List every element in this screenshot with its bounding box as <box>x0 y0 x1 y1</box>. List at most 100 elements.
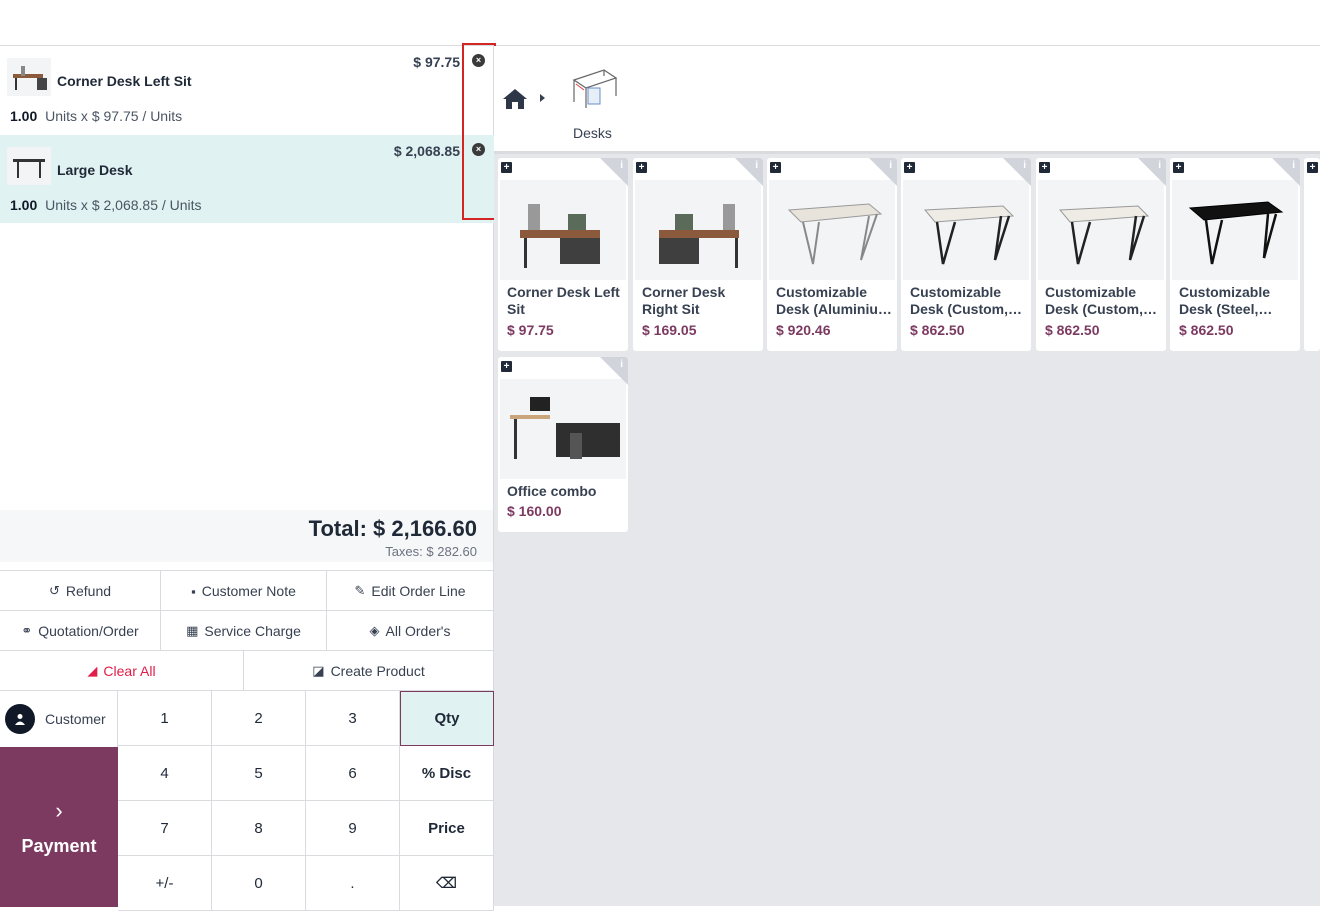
key-7[interactable]: 7 <box>118 801 212 856</box>
info-icon[interactable]: i <box>1023 160 1026 171</box>
order-line[interactable]: Corner Desk Left Sit $ 97.75 × 1.00 Unit… <box>0 46 494 134</box>
all-orders-label: All Order's <box>385 623 451 639</box>
quotation-order-button[interactable]: ⚭ Quotation/Order <box>0 611 161 651</box>
product-card[interactable]: + i Corner Desk Left Sit $ 97.75 <box>498 158 628 351</box>
customer-label: Customer <box>45 711 106 727</box>
clear-all-button[interactable]: ◢ Clear All <box>0 651 244 691</box>
order-line-price: $ 97.75 <box>413 54 460 70</box>
order-line-qty: 1.00 <box>10 197 38 213</box>
info-icon[interactable]: i <box>755 160 758 171</box>
info-icon[interactable]: i <box>1158 160 1161 171</box>
order-pane: Corner Desk Left Sit $ 97.75 × 1.00 Unit… <box>0 43 496 911</box>
annotation-highlight-box <box>462 43 496 220</box>
product-name: Customizable Desk (Custom,… <box>1045 284 1158 317</box>
add-product-icon[interactable]: + <box>501 361 512 372</box>
product-card[interactable]: + i Corner Desk Right Sit $ 169.05 <box>633 158 763 351</box>
product-name: Corner Desk Right Sit <box>642 284 726 317</box>
sign-toggle-button[interactable]: +/- <box>118 856 212 911</box>
service-charge-button[interactable]: ▦ Service Charge <box>161 611 327 651</box>
control-row-1: ↺ Refund ▪ Customer Note ✎ Edit Order Line <box>0 570 493 611</box>
product-price: $ 97.75 <box>507 322 554 338</box>
product-info-corner[interactable] <box>1138 158 1166 186</box>
product-name: Customizable Desk (Aluminiu… <box>776 284 892 317</box>
add-product-icon[interactable]: + <box>770 162 781 173</box>
product-info-corner[interactable] <box>600 158 628 186</box>
product-info-corner[interactable] <box>735 158 763 186</box>
qty-mode-button[interactable]: Qty <box>400 691 494 746</box>
add-product-icon[interactable]: + <box>1173 162 1184 173</box>
order-line-detail: 1.00 Units x $ 2,068.85 / Units <box>10 197 202 213</box>
order-line-price: $ 2,068.85 <box>393 143 460 159</box>
order-taxes: Taxes: $ 282.60 <box>385 544 477 559</box>
product-info-corner[interactable] <box>1003 158 1031 186</box>
info-icon[interactable]: i <box>620 359 623 370</box>
service-charge-label: Service Charge <box>204 623 301 639</box>
quotation-order-label: Quotation/Order <box>38 623 139 639</box>
info-icon[interactable]: i <box>620 160 623 171</box>
product-name: Customizable Desk (Steel,… <box>1179 284 1273 317</box>
product-info-corner[interactable] <box>869 158 897 186</box>
key-6[interactable]: 6 <box>306 746 400 801</box>
order-line-selected[interactable]: Large Desk $ 2,068.85 × 1.00 Units x $ 2… <box>0 135 494 223</box>
refund-button[interactable]: ↺ Refund <box>0 571 161 611</box>
top-navbar <box>0 0 1320 46</box>
key-0[interactable]: 0 <box>212 856 306 911</box>
product-card[interactable]: + i Customizable Desk (Custom,… $ 862.50 <box>901 158 1031 351</box>
product-price: $ 862.50 <box>1045 322 1100 338</box>
key-2[interactable]: 2 <box>212 691 306 746</box>
order-line-unit: Units x $ 97.75 / Units <box>45 108 183 124</box>
product-image <box>500 379 626 479</box>
product-price: $ 862.50 <box>910 322 965 338</box>
control-row-2: ⚭ Quotation/Order ▦ Service Charge ◈ All Or… <box>0 610 493 651</box>
payment-button[interactable]: › Payment <box>0 747 118 907</box>
add-product-icon[interactable]: + <box>501 162 512 173</box>
key-8[interactable]: 8 <box>212 801 306 856</box>
product-price: $ 169.05 <box>642 322 697 338</box>
all-orders-button[interactable]: ◈ All Order's <box>327 611 493 651</box>
add-product-icon[interactable]: + <box>1039 162 1050 173</box>
key-4[interactable]: 4 <box>118 746 212 801</box>
info-icon[interactable]: i <box>889 160 892 171</box>
add-product-icon[interactable]: + <box>1307 162 1318 173</box>
product-image <box>903 180 1029 280</box>
key-3[interactable]: 3 <box>306 691 400 746</box>
key-9[interactable]: 9 <box>306 801 400 856</box>
decimal-button[interactable]: . <box>306 856 400 911</box>
customer-note-button[interactable]: ▪ Customer Note <box>161 571 327 611</box>
price-mode-button[interactable]: Price <box>400 801 494 856</box>
key-5[interactable]: 5 <box>212 746 306 801</box>
customer-button[interactable]: Customer <box>0 691 118 747</box>
product-card-partial[interactable]: + <box>1304 158 1320 351</box>
product-thumbnail <box>7 147 51 185</box>
caret-right-icon <box>540 94 545 102</box>
edit-order-line-button[interactable]: ✎ Edit Order Line <box>327 571 493 611</box>
product-card[interactable]: + i Office combo $ 160.00 <box>498 357 628 532</box>
products-pane: Desks + i Corner Desk Left Sit $ 97.75 + i Cor… <box>494 46 1320 906</box>
product-card[interactable]: + i Customizable Desk (Steel,… $ 862.50 <box>1170 158 1300 351</box>
add-product-icon[interactable]: + <box>636 162 647 173</box>
refund-label: Refund <box>65 583 112 599</box>
discount-mode-button[interactable]: % Disc <box>400 746 494 801</box>
product-image <box>1038 180 1164 280</box>
product-info-corner[interactable] <box>600 357 628 385</box>
order-line-name: Corner Desk Left Sit <box>57 73 192 89</box>
product-image <box>769 180 895 280</box>
product-info-corner[interactable] <box>1272 158 1300 186</box>
home-icon[interactable] <box>502 88 528 115</box>
desk-category-icon[interactable] <box>570 66 620 114</box>
create-product-button[interactable]: ◪ Create Product <box>244 651 493 691</box>
add-product-icon[interactable]: + <box>904 162 915 173</box>
product-card[interactable]: + i Customizable Desk (Custom,… $ 862.50 <box>1036 158 1166 351</box>
edit-order-line-label: Edit Order Line <box>371 583 466 599</box>
chevron-right-icon: › <box>55 797 63 823</box>
product-card[interactable]: + i Customizable Desk (Aluminiu… $ 920.46 <box>767 158 897 351</box>
control-row-3: ◢ Clear All ◪ Create Product <box>0 650 493 691</box>
order-line-unit: Units x $ 2,068.85 / Units <box>45 197 202 213</box>
key-1[interactable]: 1 <box>118 691 212 746</box>
info-icon[interactable]: i <box>1292 160 1295 171</box>
product-name: Office combo <box>507 483 597 499</box>
product-price: $ 160.00 <box>507 503 562 519</box>
backspace-button[interactable]: ⌫ <box>400 856 494 911</box>
tag-icon: ◈ <box>369 623 380 638</box>
category-desks[interactable]: Desks <box>573 125 612 141</box>
